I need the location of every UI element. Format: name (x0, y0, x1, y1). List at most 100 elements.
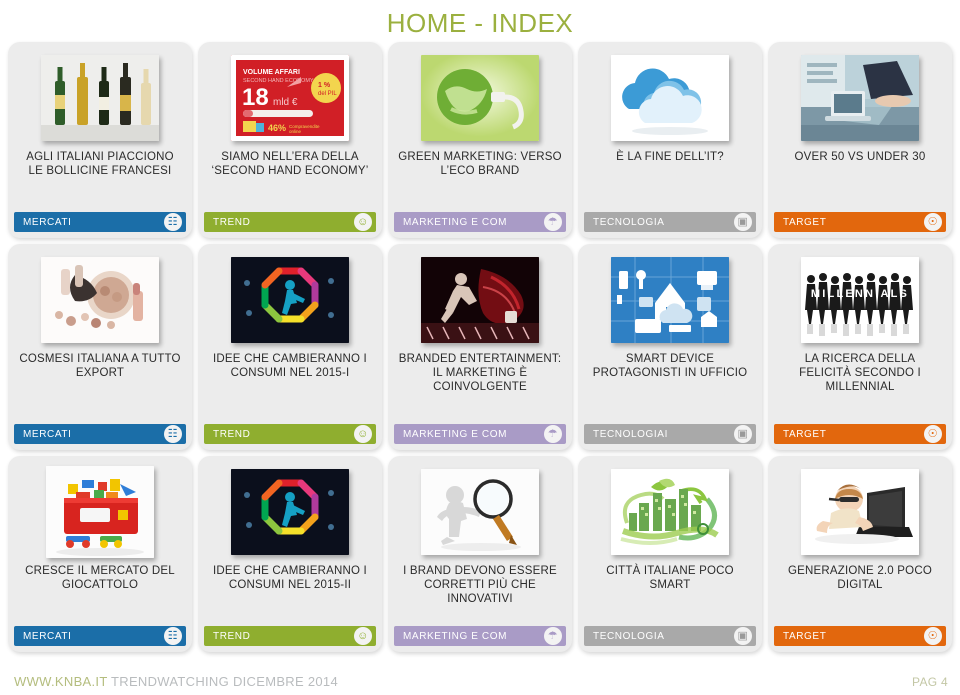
card-second-hand-economy[interactable]: VOLUME AFFARI SECOND HAND ECONOMY 18 mld… (198, 42, 382, 238)
person-target-icon: ☉ (924, 425, 942, 443)
card-idee-consumi-2015-i[interactable]: IDEE CHE CAMBIERANNO I CONSUMI NEL 2015-… (198, 244, 382, 450)
bar-chart-icon: ☷ (164, 627, 182, 645)
card-tag-mercati[interactable]: MERCATI ☷ (14, 424, 186, 444)
card-tag-trend[interactable]: TREND ☺ (204, 212, 376, 232)
thumbnail-second-hand-infographic: VOLUME AFFARI SECOND HAND ECONOMY 18 mld… (231, 55, 349, 141)
thumbnail-office-laptop (801, 55, 919, 141)
card-tag-label: TREND (213, 428, 251, 440)
card-tag-label: TREND (213, 216, 251, 228)
card-thumbnail-wrap (584, 464, 756, 560)
footer-site-url[interactable]: WWW.KNBA.IT (14, 674, 107, 689)
person-globe-icon: ☂ (544, 425, 562, 443)
card-tag-label: MARKETING E COM (403, 216, 508, 228)
card-generazione-2-0[interactable]: GENERAZIONE 2.0 POCO DIGITAL TARGET ☉ (768, 456, 952, 652)
thumbnail-red-toy-box (46, 466, 154, 558)
card-fine-dell-it[interactable]: È LA FINE DELL’IT? TECNOLOGIA ▣ (578, 42, 762, 238)
card-tag-mercati[interactable]: MERCATI ☷ (14, 212, 186, 232)
card-idee-consumi-2015-ii[interactable]: IDEE CHE CAMBIERANNO I CONSUMI NEL 2015-… (198, 456, 382, 652)
footer-left: WWW.KNBA.IT TRENDWATCHING DICEMBRE 2014 (14, 674, 338, 689)
card-tag-label: TARGET (783, 216, 827, 228)
card-agli-italiani-bollicine[interactable]: AGLI ITALIANI PIACCIONO LE BOLLICINE FRA… (8, 42, 192, 238)
slide-page: HOME - INDEX AGLI ITALIANI PIACCIONO LE … (0, 0, 960, 695)
card-tag-trend[interactable]: TREND ☺ (204, 424, 376, 444)
card-tag-tecnologia[interactable]: TECNOLOGIAI ▣ (584, 424, 756, 444)
card-branded-entertainment[interactable]: BRANDED ENTERTAINMENT: IL MARKETING È CO… (388, 244, 572, 450)
infographic-value: 18 (242, 84, 269, 111)
thumbnail-blue-clouds (611, 55, 729, 141)
card-thumbnail-wrap (394, 252, 566, 348)
card-tag-label: TREND (213, 630, 251, 642)
person-target-icon: ☉ (924, 627, 942, 645)
card-tag-label: MERCATI (23, 216, 72, 228)
thumbnail-magnifier-figure (421, 469, 539, 555)
card-thumbnail-wrap (584, 252, 756, 348)
bar-chart-icon: ☷ (164, 213, 182, 231)
card-row: CRESCE IL MERCATO DEL GIOCATTOLO MERCATI… (8, 456, 952, 652)
card-over50-under30[interactable]: OVER 50 VS UNDER 30 TARGET ☉ (768, 42, 952, 238)
card-tag-target[interactable]: TARGET ☉ (774, 212, 946, 232)
card-tag-target[interactable]: TARGET ☉ (774, 626, 946, 646)
card-thumbnail-wrap (14, 252, 186, 348)
card-smart-device-ufficio[interactable]: SMART DEVICE PROTAGONISTI IN UFFICIO TEC… (578, 244, 762, 450)
bar-chart-icon: ☷ (164, 425, 182, 443)
thumbnail-rainbow-octagon-runner (231, 469, 349, 555)
card-tag-mercati[interactable]: MERCATI ☷ (14, 626, 186, 646)
infographic-unit: mld € (273, 97, 298, 108)
infographic-stat-value: 46% (268, 123, 286, 133)
card-thumbnail-wrap (394, 464, 566, 560)
card-tag-label: TARGET (783, 428, 827, 440)
svg-text:online: online (289, 129, 302, 134)
card-row: COSMESI ITALIANA A TUTTO EXPORT MERCATI … (8, 244, 952, 450)
card-tag-label: MERCATI (23, 428, 72, 440)
thumbnail-millennials-silhouettes: MILLENNIALS (801, 257, 919, 343)
card-mercato-giocattolo[interactable]: CRESCE IL MERCATO DEL GIOCATTOLO MERCATI… (8, 456, 192, 652)
card-tag-tecnologia[interactable]: TECNOLOGIA ▣ (584, 626, 756, 646)
card-tag-label: MERCATI (23, 630, 72, 642)
thumbnail-breakdancer (421, 257, 539, 343)
person-bulb-icon: ☺ (354, 425, 372, 443)
card-tag-marketing[interactable]: MARKETING E COM ☂ (394, 424, 566, 444)
card-thumbnail-wrap (204, 464, 376, 560)
card-tag-marketing[interactable]: MARKETING E COM ☂ (394, 212, 566, 232)
person-bulb-icon: ☺ (354, 627, 372, 645)
card-brand-corretti[interactable]: I BRAND DEVONO ESSERE CORRETTI PIÙ CHE I… (388, 456, 572, 652)
thumbnail-baby-with-laptop (801, 469, 919, 555)
thumbnail-rainbow-octagon-runner (231, 257, 349, 343)
thumbnail-smart-home-devices (611, 257, 729, 343)
thumbnail-champagne-bottles (41, 55, 159, 141)
page-title: HOME - INDEX (386, 8, 574, 38)
card-grid: AGLI ITALIANI PIACCIONO LE BOLLICINE FRA… (8, 42, 952, 658)
card-cosmesi-export[interactable]: COSMESI ITALIANA A TUTTO EXPORT MERCATI … (8, 244, 192, 450)
card-green-marketing[interactable]: GREEN MARKETING: VERSO L’ECO BRAND MARKE… (388, 42, 572, 238)
person-bulb-icon: ☺ (354, 213, 372, 231)
card-row: AGLI ITALIANI PIACCIONO LE BOLLICINE FRA… (8, 42, 952, 238)
device-icon: ▣ (734, 213, 752, 231)
thumbnail-cosmetics (41, 257, 159, 343)
footer: WWW.KNBA.IT TRENDWATCHING DICEMBRE 2014 … (14, 674, 948, 689)
card-thumbnail-wrap (14, 50, 186, 146)
card-millennial-felicita[interactable]: MILLENNIALS LA RICERCA DELLA FELICITÀ SE… (768, 244, 952, 450)
card-tag-marketing[interactable]: MARKETING E COM ☂ (394, 626, 566, 646)
card-thumbnail-wrap (394, 50, 566, 146)
person-globe-icon: ☂ (544, 213, 562, 231)
device-icon: ▣ (734, 425, 752, 443)
card-thumbnail-wrap (774, 464, 946, 560)
thumbnail-green-eco-city (611, 469, 729, 555)
card-tag-label: MARKETING E COM (403, 630, 508, 642)
card-tag-target[interactable]: TARGET ☉ (774, 424, 946, 444)
footer-page-number: PAG 4 (912, 675, 948, 689)
card-thumbnail-wrap (584, 50, 756, 146)
person-globe-icon: ☂ (544, 627, 562, 645)
card-tag-label: TECNOLOGIAI (593, 428, 668, 440)
thumbnail-green-globe-plug (421, 55, 539, 141)
card-thumbnail-wrap (204, 252, 376, 348)
card-thumbnail-wrap: MILLENNIALS (774, 252, 946, 348)
infographic-badge-label: del PIL (318, 91, 337, 97)
card-tag-tecnologia[interactable]: TECNOLOGIA ▣ (584, 212, 756, 232)
card-tag-trend[interactable]: TREND ☺ (204, 626, 376, 646)
infographic-heading: VOLUME AFFARI (243, 69, 300, 76)
millennials-word: MILLENNIALS (811, 288, 909, 300)
card-citta-italiane-smart[interactable]: CITTÀ ITALIANE POCO SMART TECNOLOGIA ▣ (578, 456, 762, 652)
infographic-badge-value: 1 % (318, 82, 331, 89)
card-tag-label: MARKETING E COM (403, 428, 508, 440)
